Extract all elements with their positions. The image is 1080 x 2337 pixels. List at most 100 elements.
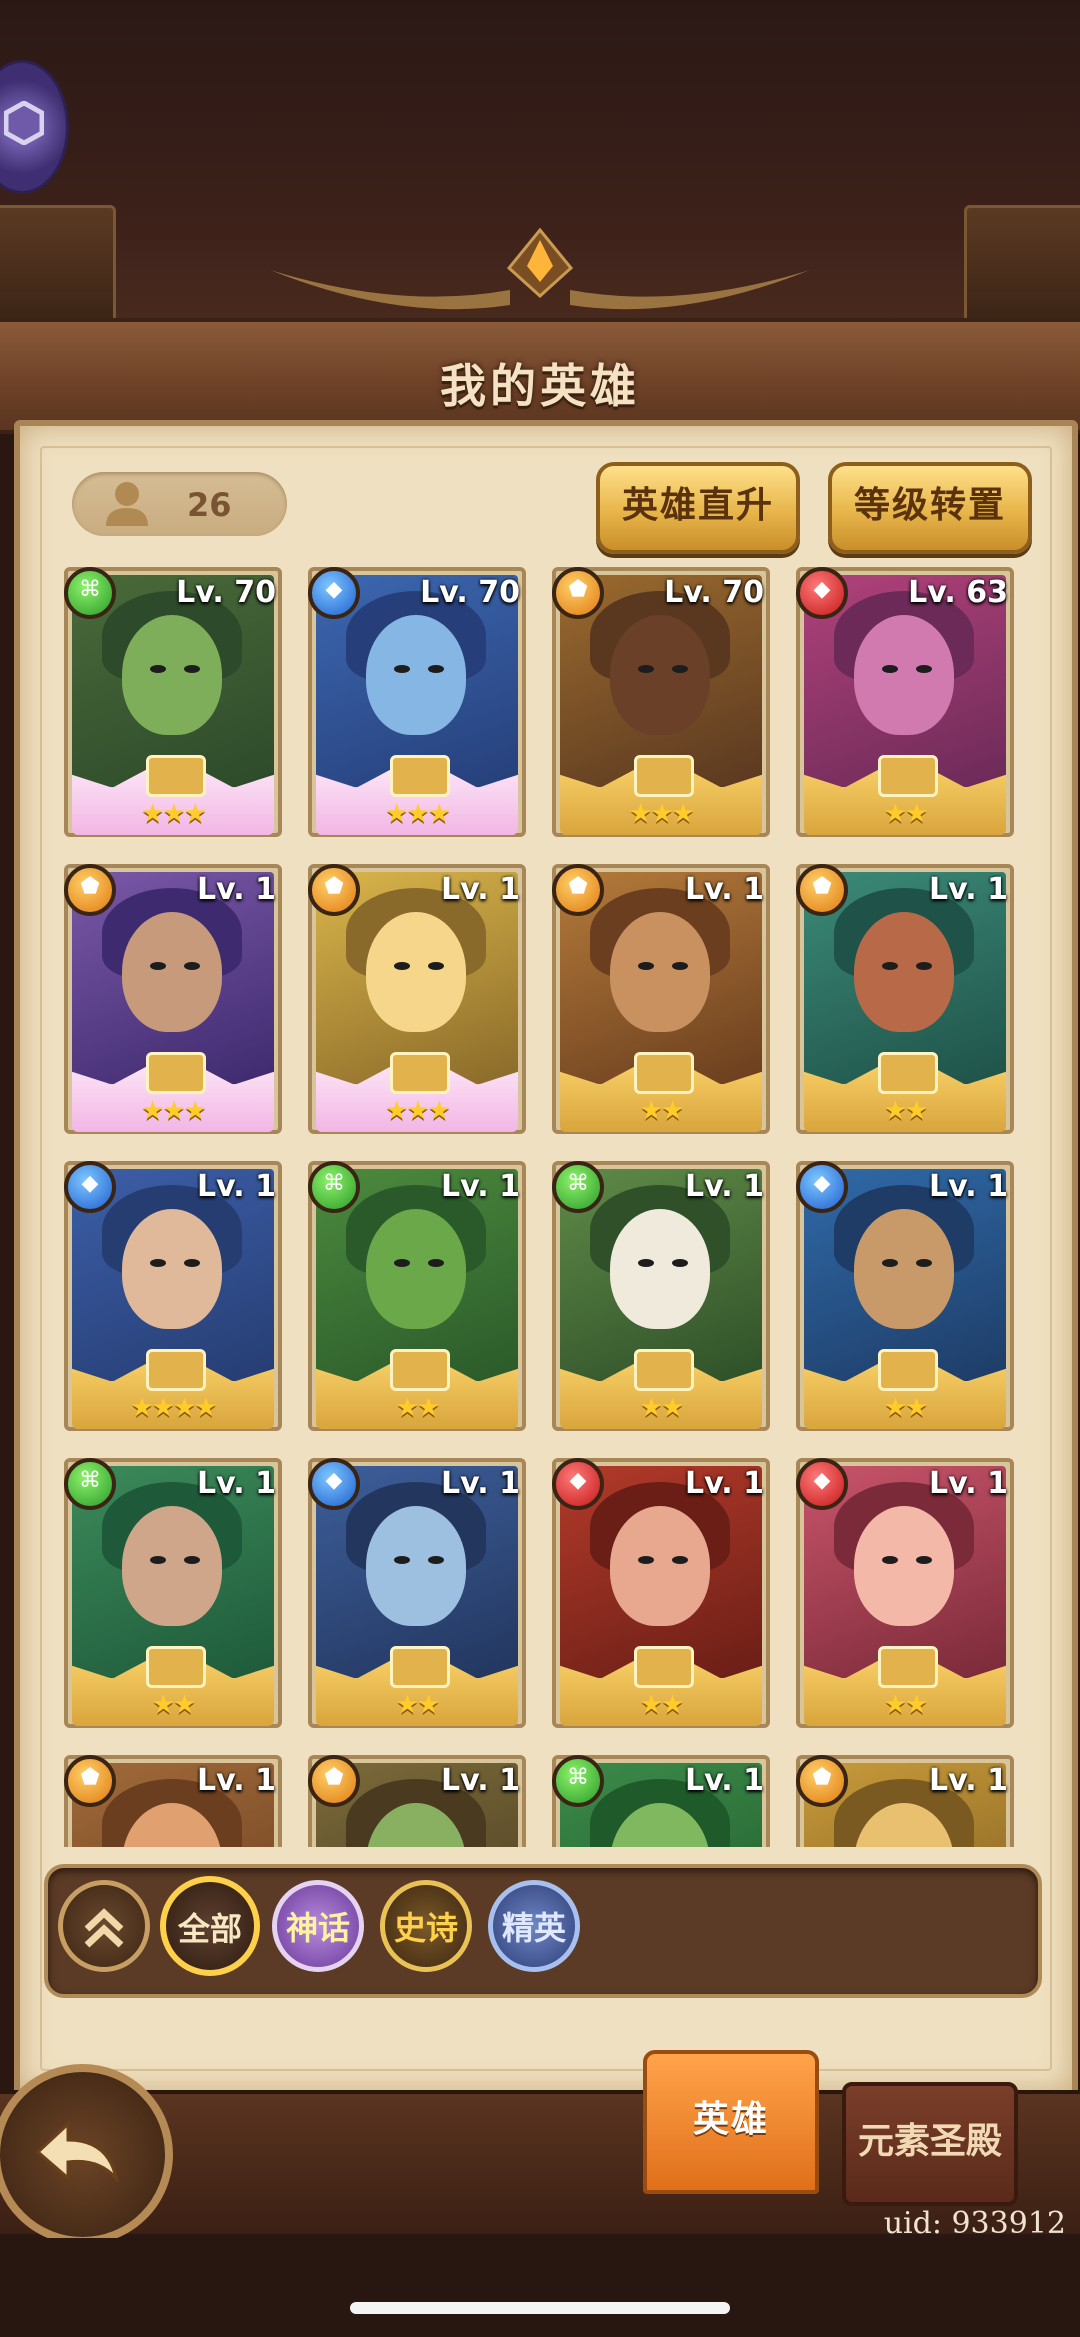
filter-epic-button[interactable]: 史诗 (380, 1880, 472, 1972)
rank-crest-icon (390, 755, 450, 797)
hero-card[interactable]: ★★★ Lv. 70 ⌘ (64, 567, 282, 839)
hero-eye (150, 1259, 166, 1267)
element-orange-icon: ⬟ (64, 864, 116, 916)
level-transfer-button[interactable]: 等级转置 (828, 462, 1032, 554)
star-rating: ★★ (639, 1393, 685, 1423)
hero-level: Lv. 70 (420, 575, 520, 610)
left-pillar-decoration (0, 205, 116, 326)
hero-card[interactable]: ★★ Lv. 1 ⌘ (552, 1161, 770, 1433)
hero-level: Lv. 1 (197, 1169, 276, 1204)
hero-eye (150, 1556, 166, 1564)
filter-all-button[interactable]: 全部 (160, 1876, 260, 1976)
star-rating: ★★ (639, 1690, 685, 1720)
hero-face (366, 1506, 466, 1626)
hero-level: Lv. 1 (685, 872, 764, 907)
star-rating: ★★ (883, 1393, 929, 1423)
hero-level: Lv. 1 (685, 1169, 764, 1204)
hero-eye (916, 962, 932, 970)
element-blue-icon: ◆ (308, 1458, 360, 1510)
hero-level: Lv. 70 (664, 575, 764, 610)
star-rating: ★★ (883, 799, 929, 829)
filter-elite-button[interactable]: 精英 (488, 1880, 580, 1972)
hero-face (854, 1209, 954, 1329)
filter-myth-button[interactable]: 神话 (272, 1880, 364, 1972)
hero-card[interactable]: ★★ Lv. 1 ◆ (552, 1458, 770, 1730)
star-rating: ★★★ (385, 799, 451, 829)
star-rating: ★★ (151, 1690, 197, 1720)
hero-count-value: 26 (187, 486, 232, 524)
hero-eye (638, 665, 654, 673)
tab-heroes[interactable]: 英雄 (643, 2050, 819, 2194)
hero-eye (184, 962, 200, 970)
hero-face (610, 615, 710, 735)
hero-card[interactable]: Lv. 1 ⬟ (64, 1755, 282, 1847)
hero-grid[interactable]: ★★★ Lv. 70 ⌘ ★★★ Lv. 70 ◆ ★★★ Lv. 70 ⬟ ★★ Lv. 63 ◆ ★… (64, 567, 1024, 1847)
rank-crest-icon (146, 755, 206, 797)
element-blue-icon: ◆ (796, 1161, 848, 1213)
hero-level: Lv. 1 (929, 1169, 1008, 1204)
hero-face (854, 912, 954, 1032)
element-green-icon: ⌘ (64, 567, 116, 619)
hero-eye (672, 1556, 688, 1564)
hero-card[interactable]: ★★★ Lv. 1 ⬟ (308, 864, 526, 1136)
element-orange-icon: ⬟ (552, 567, 604, 619)
star-rating: ★★ (639, 1096, 685, 1126)
hero-card[interactable]: ★★ Lv. 1 ⬟ (796, 864, 1014, 1136)
user-id-label: uid: 933912 (883, 2206, 1066, 2241)
hero-card[interactable]: ★★ Lv. 1 ⌘ (64, 1458, 282, 1730)
element-red-icon: ◆ (796, 1458, 848, 1510)
hero-eye (150, 665, 166, 673)
hero-card[interactable]: ★★ Lv. 63 ◆ (796, 567, 1014, 839)
diamond-gem-icon (506, 228, 574, 298)
hero-card[interactable]: ★★ Lv. 1 ◆ (796, 1161, 1014, 1433)
home-indicator[interactable] (350, 2302, 730, 2314)
element-orange-icon: ⬟ (796, 1755, 848, 1807)
element-orange-icon: ⬟ (552, 864, 604, 916)
star-rating: ★★ (883, 1096, 929, 1126)
hero-card[interactable]: ★★ Lv. 1 ◆ (796, 1458, 1014, 1730)
star-rating: ★★★ (629, 799, 695, 829)
element-green-icon: ⌘ (64, 1458, 116, 1510)
hero-card[interactable]: ★★★ Lv. 70 ◆ (308, 567, 526, 839)
hero-card[interactable]: ★★★ Lv. 1 ⬟ (64, 864, 282, 1136)
star-rating: ★★★★ (130, 1393, 217, 1423)
rank-crest-icon (634, 1349, 694, 1391)
hero-level: Lv. 1 (441, 872, 520, 907)
hero-level: Lv. 1 (197, 1466, 276, 1501)
hero-card[interactable]: ★★ Lv. 1 ⬟ (552, 864, 770, 1136)
hero-face (122, 912, 222, 1032)
hero-face (366, 912, 466, 1032)
element-green-icon: ⌘ (308, 1161, 360, 1213)
collapse-filter-button[interactable] (58, 1880, 150, 1972)
hero-face (122, 1506, 222, 1626)
element-orange-icon: ⬟ (308, 864, 360, 916)
hero-card[interactable]: Lv. 1 ⬟ (308, 1755, 526, 1847)
hero-card[interactable]: ★★ Lv. 1 ◆ (308, 1458, 526, 1730)
hero-card[interactable]: ★★★ Lv. 70 ⬟ (552, 567, 770, 839)
hero-face (854, 615, 954, 735)
page-title: 我的英雄 (440, 359, 640, 413)
tab-element-temple[interactable]: 元素圣殿 (842, 2082, 1018, 2206)
hero-card[interactable]: Lv. 1 ⌘ (552, 1755, 770, 1847)
rank-crest-icon (390, 1646, 450, 1688)
hero-eye (428, 665, 444, 673)
star-rating: ★★★ (141, 799, 207, 829)
hero-eye (672, 962, 688, 970)
rank-crest-icon (146, 1052, 206, 1094)
hero-level: Lv. 1 (441, 1466, 520, 1501)
hero-card[interactable]: ★★ Lv. 1 ⌘ (308, 1161, 526, 1433)
element-green-icon: ⌘ (552, 1755, 604, 1807)
hero-level: Lv. 63 (908, 575, 1008, 610)
back-button[interactable] (0, 2064, 173, 2245)
element-blue-icon: ◆ (308, 567, 360, 619)
hero-upgrade-button[interactable]: 英雄直升 (596, 462, 800, 554)
hero-face (122, 1209, 222, 1329)
hero-card[interactable]: ★★★★ Lv. 1 ◆ (64, 1161, 282, 1433)
hero-eye (882, 665, 898, 673)
hero-eye (184, 665, 200, 673)
rank-crest-icon (878, 755, 938, 797)
hero-card[interactable]: Lv. 1 ⬟ (796, 1755, 1014, 1847)
hero-level: Lv. 70 (176, 575, 276, 610)
person-icon (106, 482, 148, 526)
hero-level: Lv. 1 (197, 872, 276, 907)
